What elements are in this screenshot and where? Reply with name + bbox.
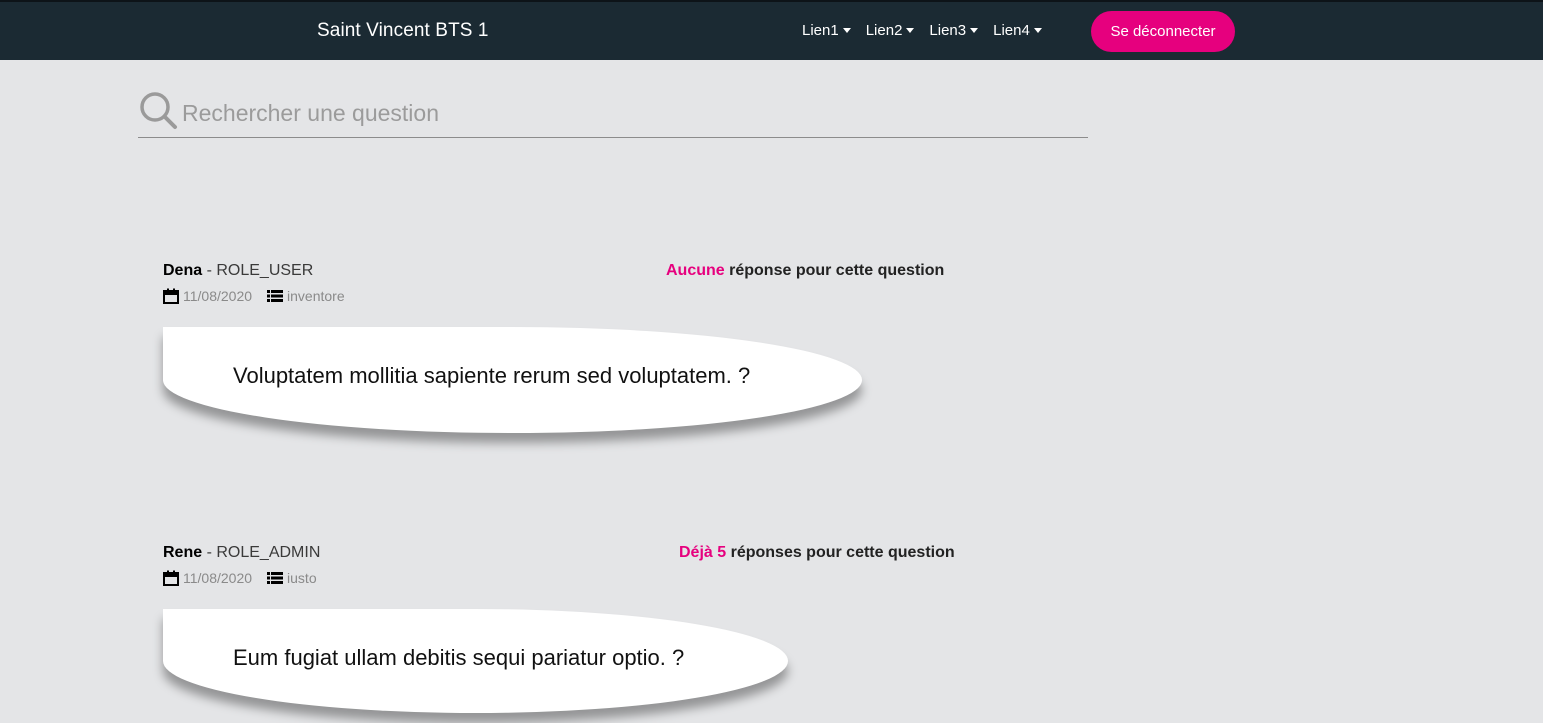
question-date: 11/08/2020 — [183, 570, 253, 586]
nav-link-lien1[interactable]: Lien1 — [802, 22, 851, 39]
question-bubble[interactable]: Voluptatem mollitia sapiente rerum sed v… — [163, 327, 862, 433]
nav-link-lien3[interactable]: Lien3 — [929, 22, 979, 39]
nav-link-label: Lien3 — [929, 22, 967, 39]
brand-title[interactable]: Saint Vincent BTS 1 — [317, 20, 489, 42]
logout-button[interactable]: Se déconnecter — [1091, 11, 1235, 52]
search-icon[interactable] — [138, 90, 178, 130]
nav-links: Lien1 Lien2 Lien3 Lien4 — [802, 22, 1057, 39]
nav-link-lien2[interactable]: Lien2 — [866, 22, 915, 39]
answer-count: Aucune réponse pour cette question — [666, 262, 944, 280]
question-meta: 11/08/2020 inventore — [163, 288, 345, 304]
answer-count-text: réponse pour cette question — [729, 262, 945, 279]
search-bar — [138, 88, 1088, 138]
nav-link-label: Lien2 — [865, 22, 903, 39]
question-header: Rene - ROLE_ADMIN 11/08/2020 iusto — [163, 544, 320, 586]
answer-count-highlight: Aucune — [666, 262, 725, 279]
question-category[interactable]: inventore — [287, 288, 345, 304]
caret-down-icon — [1033, 28, 1042, 33]
nav-link-label: Lien4 — [993, 22, 1030, 39]
question-category[interactable]: iusto — [287, 570, 317, 586]
calendar-icon — [163, 288, 179, 304]
question-header: Dena - ROLE_USER 11/08/2020 inventore — [163, 262, 345, 304]
caret-down-icon — [842, 28, 851, 33]
answer-count-highlight: Déjà 5 — [679, 544, 727, 561]
question-bubble[interactable]: Eum fugiat ullam debitis sequi pariatur … — [163, 609, 788, 713]
question-text: Voluptatem mollitia sapiente rerum sed v… — [233, 363, 751, 388]
answer-count: Déjà 5 réponses pour cette question — [679, 544, 955, 562]
author-role: - ROLE_USER — [206, 262, 314, 279]
list-icon — [267, 290, 284, 302]
list-icon — [267, 572, 284, 584]
question-author-line: Rene - ROLE_ADMIN — [163, 544, 320, 562]
author-name: Dena — [163, 262, 203, 279]
caret-down-icon — [970, 28, 979, 33]
question-text: Eum fugiat ullam debitis sequi pariatur … — [233, 645, 685, 670]
search-input[interactable] — [180, 94, 1064, 132]
question-author-line: Dena - ROLE_USER — [163, 262, 345, 280]
question-meta: 11/08/2020 iusto — [163, 570, 320, 586]
answer-count-text: réponses pour cette question — [730, 544, 955, 561]
author-role: - ROLE_ADMIN — [206, 544, 321, 561]
top-navbar: Saint Vincent BTS 1 Lien1 Lien2 Lien3 Li… — [0, 0, 1543, 60]
nav-link-lien4[interactable]: Lien4 — [993, 22, 1042, 39]
question-date: 11/08/2020 — [183, 288, 253, 304]
author-name: Rene — [163, 544, 203, 561]
caret-down-icon — [906, 28, 915, 33]
calendar-icon — [163, 570, 179, 586]
nav-link-label: Lien1 — [802, 22, 839, 39]
